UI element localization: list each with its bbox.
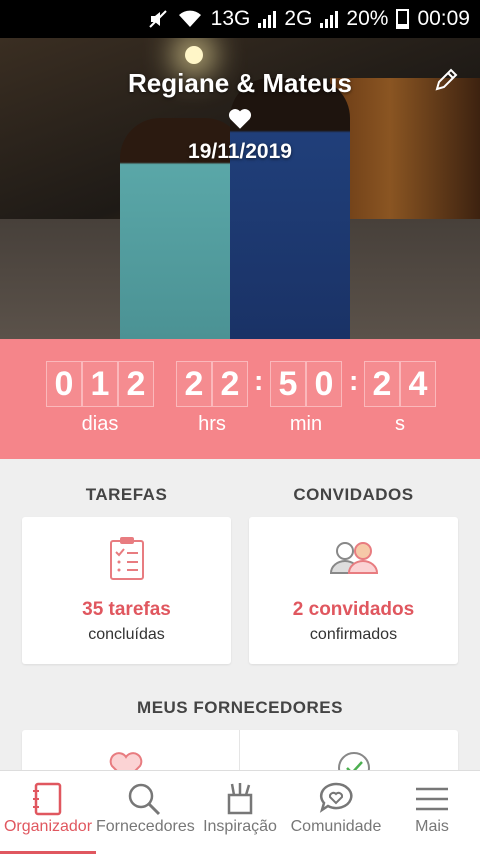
countdown-digit: 2 <box>212 361 248 407</box>
guests-icon <box>329 542 378 574</box>
network-1-label: 13G <box>211 7 251 31</box>
battery-icon <box>396 9 410 29</box>
battery-percent: 20% <box>346 7 389 30</box>
network-1-number: 1 <box>210 7 223 30</box>
tasks-title: TAREFAS <box>85 485 168 504</box>
countdown-digit: 2 <box>176 361 212 407</box>
wifi-icon <box>178 10 201 27</box>
clipboard-icon <box>109 537 144 580</box>
nav-vendors[interactable]: Fornecedores <box>96 771 195 854</box>
guests-count: 2 convidados <box>292 599 415 620</box>
chat-heart-icon <box>319 782 353 813</box>
pencil-icon[interactable] <box>432 66 460 94</box>
network-2-number: 2 <box>284 7 297 30</box>
nav-organizer[interactable]: Organizador <box>0 771 96 854</box>
tasks-count: 35 tarefas <box>82 599 171 620</box>
days-label: dias <box>81 413 119 435</box>
countdown-digit: 4 <box>400 361 436 407</box>
signal-1-icon <box>258 10 277 28</box>
countdown-digit: 0 <box>306 361 342 407</box>
network-1-tech: 3G <box>222 7 251 30</box>
guests-card[interactable]: 2 convidados confirmados <box>249 517 458 664</box>
clock: 00:09 <box>417 7 470 30</box>
menu-icon <box>416 787 448 811</box>
guests-status: confirmados <box>309 626 398 643</box>
countdown-digit: 0 <box>46 361 82 407</box>
nav-vendors-label: Fornecedores <box>96 818 195 835</box>
countdown-hours: 2 2 <box>176 361 248 407</box>
countdown-digit: 1 <box>82 361 118 407</box>
nav-community-label: Comunidade <box>290 818 382 835</box>
pencil-cup-icon <box>227 783 253 815</box>
nav-community[interactable]: Comunidade <box>288 771 384 854</box>
bottom-nav: Organizador Fornecedores Inspiração Comu… <box>0 770 480 854</box>
countdown-digit: 2 <box>118 361 154 407</box>
countdown-panel: 0 1 2 2 2 : 5 0 : 2 4 dias hrs min s <box>0 339 480 459</box>
tasks-card[interactable]: 35 tarefas concluídas <box>22 517 231 664</box>
vendors-title: MEUS FORNECEDORES <box>137 698 343 717</box>
countdown-digit: 2 <box>364 361 400 407</box>
countdown-separator: : <box>254 365 264 396</box>
countdown-days: 0 1 2 <box>46 361 154 407</box>
couple-photo: Regiane & Mateus 19/11/2019 <box>0 38 480 339</box>
mute-icon <box>148 10 167 28</box>
hours-label: hrs <box>198 413 226 435</box>
heart-icon <box>228 109 252 129</box>
nav-more-label: Mais <box>415 818 449 835</box>
minutes-label: min <box>289 413 323 435</box>
countdown-minutes: 5 0 <box>270 361 342 407</box>
countdown-digit: 5 <box>270 361 306 407</box>
tasks-status: concluídas <box>88 626 165 643</box>
countdown-separator: : <box>349 365 359 396</box>
network-2-tech: G <box>296 7 313 30</box>
wedding-date: 19/11/2019 <box>188 140 292 163</box>
network-2-label: 2G <box>284 7 312 31</box>
guests-title: CONVIDADOS <box>293 485 414 504</box>
nav-inspiration-label: Inspiração <box>203 818 277 835</box>
nav-more[interactable]: Mais <box>384 771 480 854</box>
status-bar: 13G 2G 20% 00:09 <box>0 0 480 38</box>
nav-organizer-label: Organizador <box>3 818 93 835</box>
nav-inspiration[interactable]: Inspiração <box>192 771 288 854</box>
search-icon <box>128 783 161 816</box>
photo-streetlight <box>185 46 203 64</box>
signal-2-icon <box>320 10 339 28</box>
notebook-icon <box>33 782 62 816</box>
couple-names: Regiane & Mateus <box>128 68 352 98</box>
seconds-label: s <box>395 413 405 435</box>
countdown-seconds: 2 4 <box>364 361 436 407</box>
